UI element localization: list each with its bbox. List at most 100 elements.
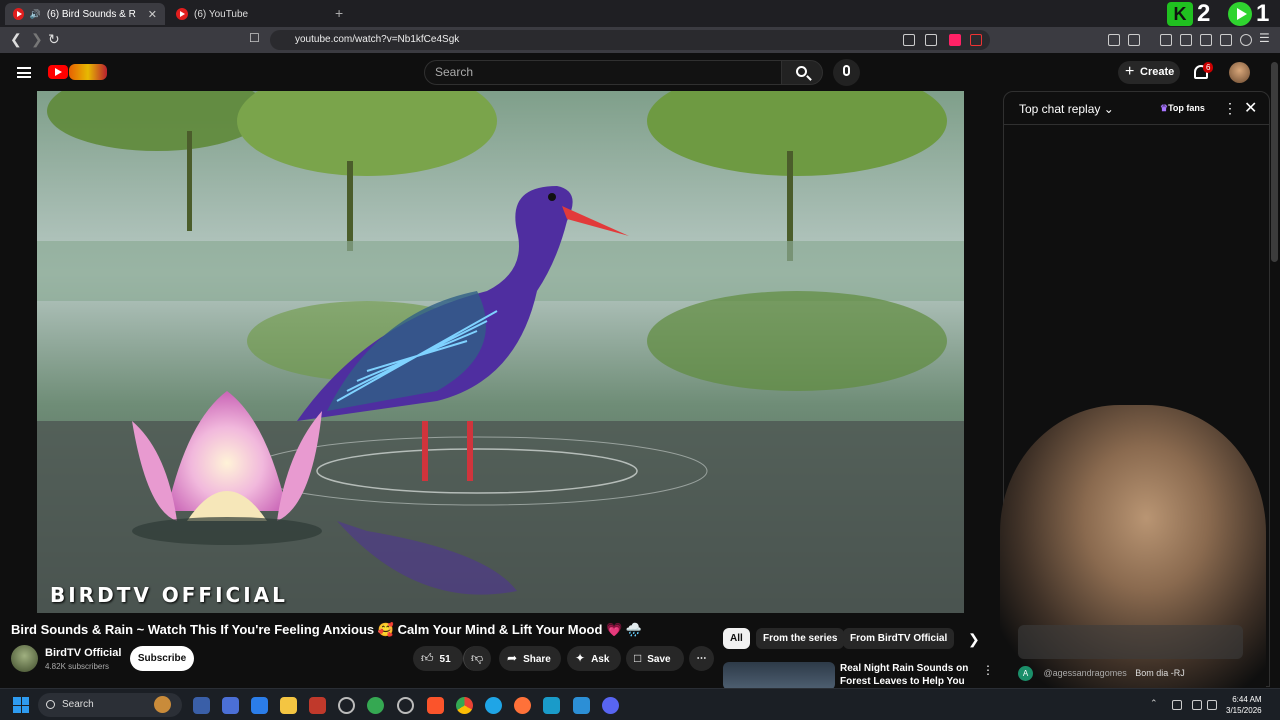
clock-date: 3/15/2026 (1226, 706, 1262, 715)
menu-icon[interactable]: ☰ (1259, 31, 1270, 45)
url-text: youtube.com/watch?v=Nb1kfCe4Sgk (295, 34, 460, 45)
search-input[interactable]: Search (424, 60, 782, 85)
cast-icon[interactable] (903, 34, 915, 46)
extension-count: 2 (1197, 0, 1211, 27)
close-chat-icon[interactable]: ✕ (1244, 98, 1257, 118)
taskbar-app-icon[interactable] (338, 697, 355, 714)
like-button[interactable]: 👍︎ 51 (413, 646, 463, 671)
recommended-thumbnail[interactable] (723, 662, 835, 690)
more-options-icon[interactable]: ⋮ (982, 663, 994, 677)
taskbar-app-icon[interactable] (397, 697, 414, 714)
youtube-masthead: Search Create 6 (0, 53, 1280, 91)
ask-label: Ask (591, 654, 610, 665)
tray-overflow-icon[interactable]: ⌃ (1150, 698, 1160, 708)
network-icon[interactable] (1192, 700, 1202, 710)
share-page-icon[interactable] (925, 34, 937, 46)
edge-icon[interactable] (485, 697, 502, 714)
more-horizontal-icon: ⋯ (696, 653, 707, 664)
chat-mode-dropdown[interactable]: Top chat replay ⌄ (1019, 102, 1114, 116)
new-tab-button[interactable]: + (335, 5, 343, 21)
browser-tab[interactable]: (6) YouTube (168, 3, 328, 25)
tab-label: (6) Bird Sounds & Rain ~ Wat (46, 8, 136, 20)
search-button[interactable] (781, 60, 823, 85)
reload-icon[interactable]: ↻ (48, 31, 60, 48)
volume-icon[interactable] (1207, 700, 1217, 710)
taskbar-app-icon[interactable] (309, 697, 326, 714)
chat-author[interactable]: @agessandragomes (1044, 668, 1127, 678)
media-icon[interactable] (1160, 34, 1172, 46)
vscode-icon[interactable] (573, 697, 590, 714)
chevron-right-icon[interactable]: ❯ (968, 631, 980, 648)
youtube-logo-icon[interactable] (48, 65, 68, 79)
chat-pinned-card[interactable] (1018, 625, 1243, 659)
channel-avatar[interactable] (11, 645, 38, 672)
chip-from-channel[interactable]: From BirdTV Official (843, 628, 955, 649)
top-fans-button[interactable]: Top fans (1160, 103, 1205, 114)
create-button[interactable]: Create (1118, 60, 1180, 84)
extension-counter-1[interactable]: K 2 (1167, 0, 1211, 27)
windows-start-icon[interactable] (13, 697, 29, 713)
firefox-icon[interactable] (514, 697, 531, 714)
chat-message: A @agessandragomes Bom dia -RJ (1018, 666, 1185, 681)
taskbar-app-icon[interactable] (543, 697, 560, 714)
address-bar-row: ❮ ❯ ↻ ☐ youtube.com/watch?v=Nb1kfCe4Sgk … (0, 27, 1280, 53)
account-avatar[interactable] (1229, 62, 1250, 83)
video-player[interactable]: BIRDTV OFFICIAL (37, 91, 964, 613)
file-explorer-icon[interactable] (280, 697, 297, 714)
speaker-icon[interactable]: 🔊 (30, 9, 41, 20)
leo-ai-icon[interactable] (1220, 34, 1232, 46)
sidebar-icon[interactable] (1180, 34, 1192, 46)
taskbar-app-icon[interactable] (222, 697, 239, 714)
chip-from-series[interactable]: From the series (756, 628, 845, 649)
subscribe-button[interactable]: Subscribe (130, 646, 194, 671)
back-icon[interactable]: ❮ (10, 31, 22, 48)
taskbar-app-icon[interactable] (251, 697, 268, 714)
youtube-doodle[interactable] (69, 64, 107, 80)
search-icon (796, 66, 807, 77)
mic-icon (843, 65, 850, 76)
extension-count: 1 (1256, 0, 1270, 27)
save-button[interactable]: □ Save (626, 646, 684, 671)
forward-icon[interactable]: ❯ (31, 31, 43, 48)
channel-name[interactable]: BirdTV Official (45, 647, 121, 659)
close-tab-icon[interactable]: ✕ (148, 8, 157, 21)
chat-title: Top chat replay (1019, 102, 1101, 116)
browser-tab-active[interactable]: 🔊 (6) Bird Sounds & Rain ~ Wat ✕ (5, 3, 165, 25)
tab-label: (6) YouTube (194, 8, 249, 20)
bookmark-icon[interactable]: ☐ (249, 31, 260, 45)
voice-search-button[interactable] (833, 59, 860, 86)
page-scrollbar[interactable] (1271, 62, 1278, 262)
tray-mic-icon[interactable] (1172, 700, 1182, 710)
taskbar-search-label: Search (62, 699, 94, 710)
thumbs-up-icon: 👍︎ (421, 651, 434, 665)
youtube-favicon-icon (13, 8, 24, 20)
url-field[interactable]: youtube.com/watch?v=Nb1kfCe4Sgk (270, 30, 990, 50)
ask-button[interactable]: ✦ Ask (567, 646, 621, 671)
guide-menu-icon[interactable] (17, 67, 31, 78)
brave-browser-icon[interactable] (427, 697, 444, 714)
taskbar-widget-icon[interactable] (154, 696, 171, 713)
chrome-icon[interactable] (456, 697, 473, 714)
wallet-card-icon[interactable] (1200, 34, 1212, 46)
chat-avatar: A (1018, 666, 1033, 681)
thumbs-down-icon: 👎︎ (471, 651, 484, 665)
discord-icon[interactable] (602, 697, 619, 714)
share-button[interactable]: ➦ Share (499, 646, 561, 671)
video-frame (37, 91, 964, 613)
chip-all[interactable]: All (723, 628, 750, 649)
extensions-icon[interactable] (1108, 34, 1120, 46)
clock-time: 6:44 AM (1232, 695, 1262, 704)
more-options-icon[interactable]: ⋮ (1223, 100, 1237, 117)
taskbar-clock[interactable]: 6:44 AM 3/15/2026 (1226, 694, 1262, 716)
wallet-icon[interactable] (1128, 34, 1140, 46)
create-label: Create (1140, 66, 1175, 78)
more-actions-button[interactable]: ⋯ (689, 646, 714, 671)
taskbar-app-icon[interactable] (193, 697, 210, 714)
taskbar-app-icon[interactable] (367, 697, 384, 714)
vpn-icon[interactable] (1240, 34, 1252, 46)
extension-counter-2[interactable]: 1 (1228, 0, 1270, 27)
brave-rewards-icon[interactable] (970, 34, 982, 46)
dislike-button[interactable]: 👎︎ (463, 646, 491, 671)
brave-shield-icon[interactable] (949, 34, 961, 46)
share-icon: ➦ (507, 651, 518, 665)
